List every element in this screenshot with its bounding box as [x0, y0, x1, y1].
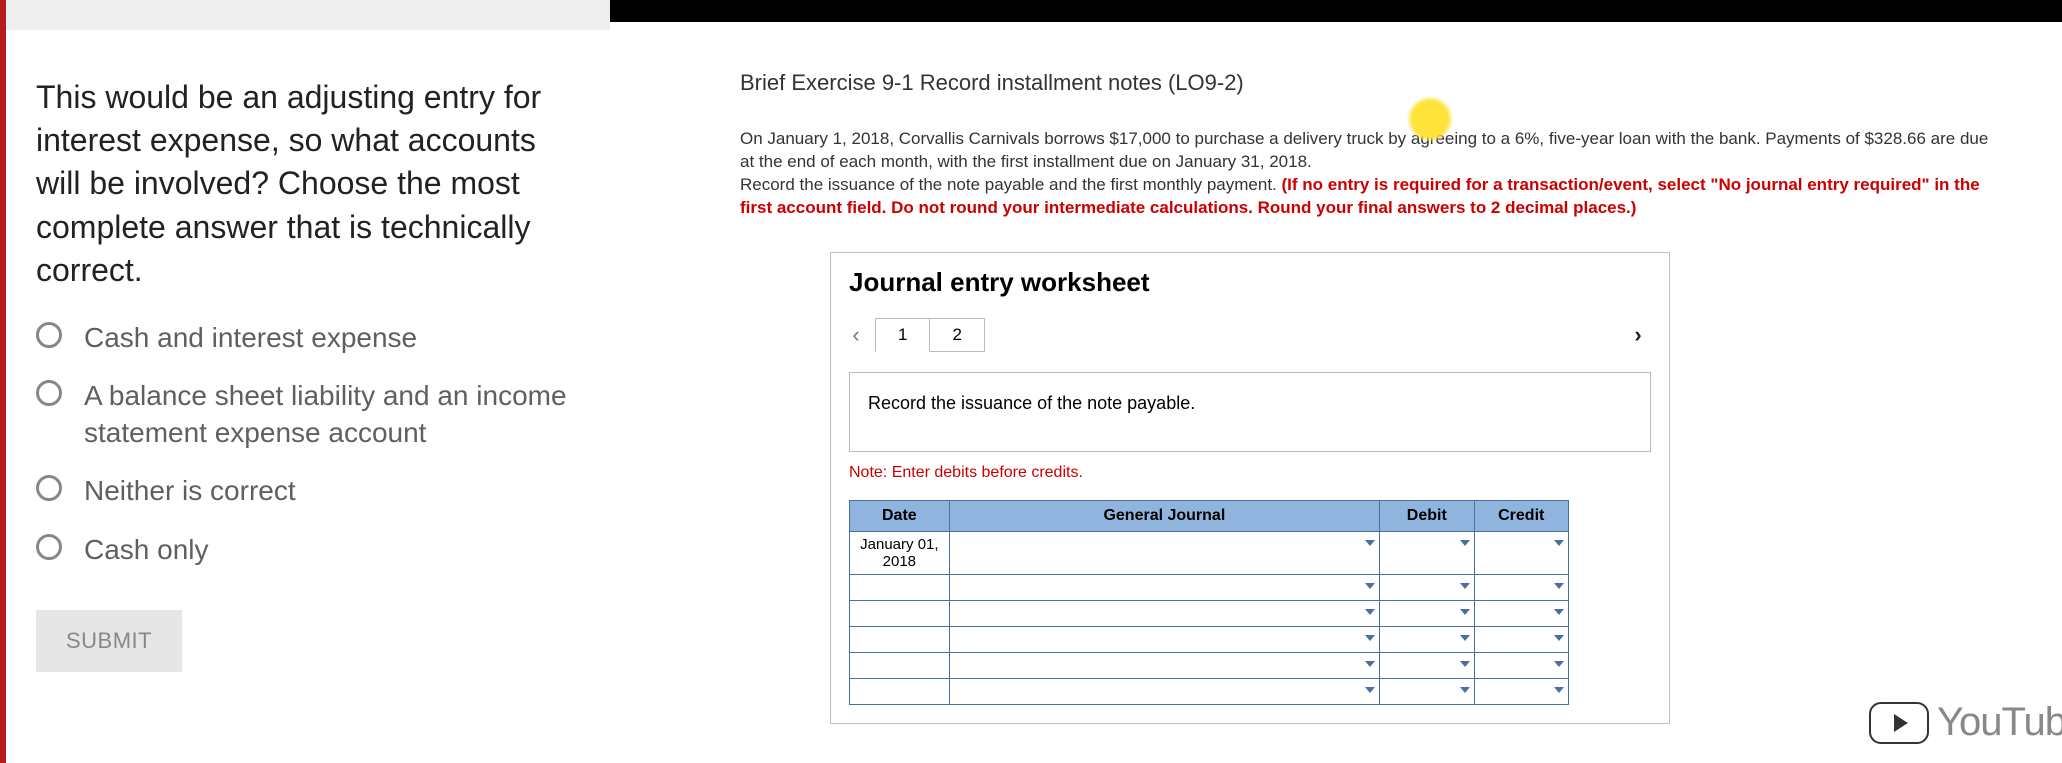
account-cell[interactable]	[949, 652, 1379, 678]
radio-icon	[36, 322, 62, 348]
col-header-credit: Credit	[1474, 500, 1569, 531]
top-black-bar	[610, 0, 2062, 22]
option-1[interactable]: Cash and interest expense	[36, 320, 570, 356]
options-group: Cash and interest expense A balance shee…	[36, 320, 570, 568]
option-label: Cash only	[84, 532, 209, 568]
credit-cell[interactable]	[1474, 574, 1569, 600]
problem-line-1: On January 1, 2018, Corvallis Carnivals …	[740, 129, 1988, 171]
date-cell[interactable]	[850, 678, 950, 704]
credit-cell[interactable]	[1474, 626, 1569, 652]
credit-cell[interactable]	[1474, 531, 1569, 574]
note-text: Note: Enter debits before credits.	[831, 464, 1669, 492]
journal-worksheet: Journal entry worksheet ‹ 1 2 › Record t…	[830, 252, 1670, 724]
exercise-body: Brief Exercise 9-1 Record installment no…	[610, 22, 2062, 724]
option-label: Neither is correct	[84, 473, 296, 509]
account-cell[interactable]	[949, 626, 1379, 652]
chevron-right-icon[interactable]: ›	[1625, 322, 1651, 348]
table-header-row: Date General Journal Debit Credit	[850, 500, 1569, 531]
question-text: This would be an adjusting entry for int…	[36, 76, 570, 292]
date-cell[interactable]	[850, 574, 950, 600]
table-row	[850, 574, 1569, 600]
radio-icon	[36, 475, 62, 501]
play-icon	[1869, 702, 1929, 744]
tab-2[interactable]: 2	[930, 318, 984, 352]
date-cell[interactable]	[850, 652, 950, 678]
account-cell[interactable]	[949, 600, 1379, 626]
col-header-debit: Debit	[1380, 500, 1474, 531]
chevron-left-icon[interactable]: ‹	[843, 322, 869, 348]
debit-cell[interactable]	[1380, 574, 1474, 600]
credit-cell[interactable]	[1474, 678, 1569, 704]
debit-cell[interactable]	[1380, 531, 1474, 574]
problem-text: On January 1, 2018, Corvallis Carnivals …	[740, 128, 2000, 220]
col-header-date: Date	[850, 500, 950, 531]
date-cell[interactable]	[850, 600, 950, 626]
table-row	[850, 600, 1569, 626]
table-row	[850, 626, 1569, 652]
option-2[interactable]: A balance sheet liability and an income …	[36, 378, 570, 451]
credit-cell[interactable]	[1474, 600, 1569, 626]
account-cell[interactable]	[949, 574, 1379, 600]
journal-entry-table: Date General Journal Debit Credit Januar…	[849, 500, 1569, 705]
option-label: A balance sheet liability and an income …	[84, 378, 570, 451]
col-header-general-journal: General Journal	[949, 500, 1379, 531]
instruction-box: Record the issuance of the note payable.	[849, 372, 1651, 452]
option-4[interactable]: Cash only	[36, 532, 570, 568]
option-3[interactable]: Neither is correct	[36, 473, 570, 509]
debit-cell[interactable]	[1380, 678, 1474, 704]
top-bar	[6, 0, 610, 30]
radio-icon	[36, 534, 62, 560]
table-row: January 01, 2018	[850, 531, 1569, 574]
debit-cell[interactable]	[1380, 652, 1474, 678]
tab-1[interactable]: 1	[875, 318, 930, 352]
worksheet-title: Journal entry worksheet	[831, 253, 1669, 308]
table-row	[850, 678, 1569, 704]
quiz-panel: This would be an adjusting entry for int…	[0, 0, 610, 763]
exercise-panel: Brief Exercise 9-1 Record installment no…	[610, 0, 2062, 763]
submit-button[interactable]: SUBMIT	[36, 610, 182, 672]
tab-row: ‹ 1 2 ›	[831, 308, 1669, 362]
exercise-title: Brief Exercise 9-1 Record installment no…	[740, 70, 2042, 96]
debit-cell[interactable]	[1380, 626, 1474, 652]
option-label: Cash and interest expense	[84, 320, 417, 356]
date-cell[interactable]: January 01, 2018	[850, 531, 950, 574]
youtube-watermark[interactable]: YouTub	[1869, 700, 2062, 745]
account-cell[interactable]	[949, 678, 1379, 704]
table-row	[850, 652, 1569, 678]
debit-cell[interactable]	[1380, 600, 1474, 626]
problem-line-2-black: Record the issuance of the note payable …	[740, 175, 1282, 194]
credit-cell[interactable]	[1474, 652, 1569, 678]
quiz-content: This would be an adjusting entry for int…	[6, 30, 610, 672]
date-cell[interactable]	[850, 626, 950, 652]
youtube-text: YouTub	[1937, 700, 2062, 745]
account-cell[interactable]	[949, 531, 1379, 574]
radio-icon	[36, 380, 62, 406]
